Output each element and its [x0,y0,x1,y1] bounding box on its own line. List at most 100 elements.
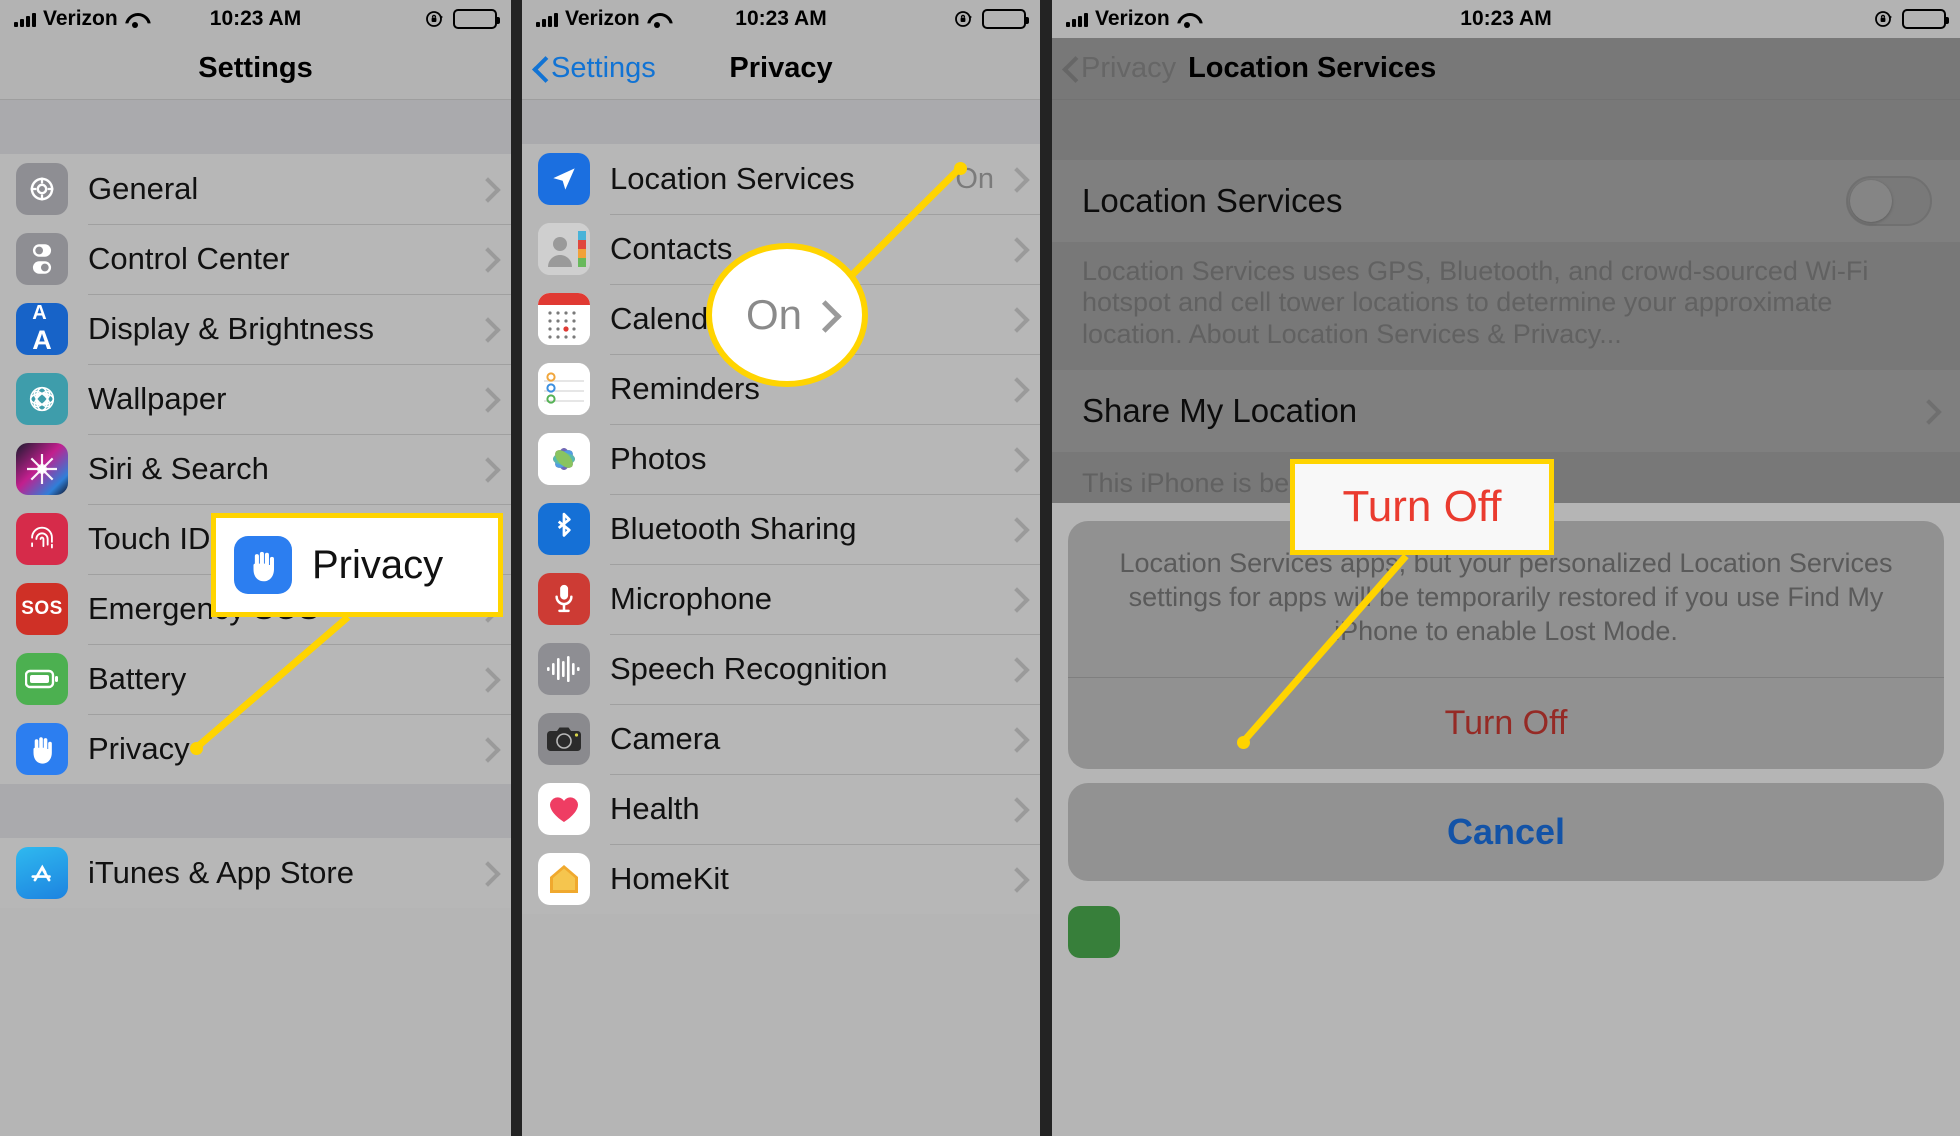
carrier-label: Verizon [1095,7,1170,30]
chevron-right-icon [1008,588,1020,610]
chevron-right-icon [479,248,491,270]
leader-endpoint-dot [190,742,203,755]
apps-list-row-partial[interactable] [1052,897,1960,967]
privacy-row-health[interactable]: Health [522,774,1040,844]
touch-id-icon [16,513,68,565]
cellular-bars-icon [14,12,36,27]
status-bar-right [954,9,1029,29]
settings-row-siri-search[interactable]: Siri & Search [0,434,511,504]
privacy-row-location-services[interactable]: Location Services On [522,144,1040,214]
settings-row-display-brightness[interactable]: AA Display & Brightness [0,294,511,364]
nav-bar-location-services: Privacy Location Services [1052,38,1960,100]
status-bar-left: Verizon [1066,7,1197,31]
chevron-right-icon [1008,518,1020,540]
callout-label: Privacy [312,542,444,587]
status-bar: Verizon 10:23 AM [522,0,1040,38]
settings-row-privacy[interactable]: Privacy [0,714,511,784]
privacy-hand-icon [16,723,68,775]
row-label: Bluetooth Sharing [610,511,857,546]
chevron-right-icon [1008,868,1020,890]
chevron-right-icon [479,458,491,480]
row-label: HomeKit [610,861,729,896]
chevron-right-icon [1008,168,1020,190]
list-gap-2 [0,784,511,838]
action-sheet: Location Services apps, but your persona… [1052,521,1960,881]
leader-endpoint-dot [954,162,967,175]
callout-label: Turn Off [1342,482,1502,531]
row-label: Speech Recognition [610,651,888,686]
settings-row-control-center[interactable]: Control Center [0,224,511,294]
location-services-toggle[interactable] [1846,176,1932,226]
privacy-row-microphone[interactable]: Microphone [522,564,1040,634]
display-aa-icon: AA [16,303,68,355]
row-label: Control Center [88,241,290,276]
health-heart-icon [538,783,590,835]
control-center-icon [16,233,68,285]
privacy-row-bluetooth-sharing[interactable]: Bluetooth Sharing [522,494,1040,564]
turn-off-button[interactable]: Turn Off [1068,676,1944,769]
settings-row-general[interactable]: General [0,154,511,224]
row-label: Photos [610,441,707,476]
row-label: Display & Brightness [88,311,375,346]
settings-row-itunes-app-store[interactable]: iTunes & App Store [0,838,511,908]
action-sheet-card: Location Services apps, but your persona… [1068,521,1944,769]
status-bar: Verizon 10:23 AM [0,0,511,38]
app-store-icon [16,847,68,899]
chevron-right-icon [1008,378,1020,400]
list-gap [0,100,511,154]
row-label: Share My Location [1082,391,1358,429]
back-button-privacy[interactable]: Privacy [1064,52,1176,85]
cellular-bars-icon [536,12,558,27]
microphone-icon [538,573,590,625]
wifi-icon [125,12,145,28]
page-title: Settings [198,52,313,84]
page-title: Location Services [1188,52,1437,84]
chevron-right-icon [1008,728,1020,750]
chevron-left-icon [1064,57,1077,81]
row-label: Microphone [610,581,772,616]
nav-bar-privacy: Settings Privacy [522,38,1040,100]
cancel-button[interactable]: Cancel [1068,782,1944,881]
back-button-settings[interactable]: Settings [534,52,656,85]
privacy-row-photos[interactable]: Photos [522,424,1040,494]
row-label: iTunes & App Store [88,855,354,890]
list-gap [1052,100,1960,160]
screenshot-stage: Verizon 10:23 AM Settings General Contro… [0,0,1960,1136]
settings-list-group-2: iTunes & App Store [0,838,511,908]
contacts-icon [538,223,590,275]
chevron-right-icon [1008,798,1020,820]
cellular-bars-icon [1066,12,1088,27]
siri-icon [16,443,68,495]
share-my-location-row[interactable]: Share My Location [1052,369,1960,452]
location-services-description: Location Services uses GPS, Bluetooth, a… [1052,242,1960,370]
location-services-toggle-row[interactable]: Location Services [1052,160,1960,242]
privacy-row-homekit[interactable]: HomeKit [522,844,1040,914]
back-button-label: Privacy [1081,52,1177,84]
chevron-left-icon [534,57,547,81]
settings-row-wallpaper[interactable]: Wallpaper [0,364,511,434]
privacy-row-speech-recognition[interactable]: Speech Recognition [522,634,1040,704]
wifi-icon [647,12,667,28]
toggle-knob [1850,180,1892,222]
chevron-right-icon [479,388,491,410]
battery-icon [982,9,1029,29]
leader-endpoint-dot [1237,736,1250,749]
row-label: Health [610,791,700,826]
carrier-label: Verizon [565,7,640,30]
row-label: Location Services [1082,182,1343,219]
status-bar-right [1874,9,1949,29]
battery-icon [453,9,500,29]
settings-row-battery[interactable]: Battery [0,644,511,714]
wifi-icon [1177,12,1197,28]
callout-turn-off: Turn Off [1290,459,1554,555]
row-label: Wallpaper [88,381,227,416]
settings-list-group-1: General Control Center AA Display & Brig… [0,154,511,784]
rotation-lock-icon [425,9,445,29]
chevron-right-icon [814,301,828,329]
chevron-right-icon [479,318,491,340]
chevron-right-icon [1008,658,1020,680]
privacy-row-camera[interactable]: Camera [522,704,1040,774]
reminders-icon [538,363,590,415]
wallpaper-icon [16,373,68,425]
status-bar: Verizon 10:23 AM [1052,0,1960,38]
